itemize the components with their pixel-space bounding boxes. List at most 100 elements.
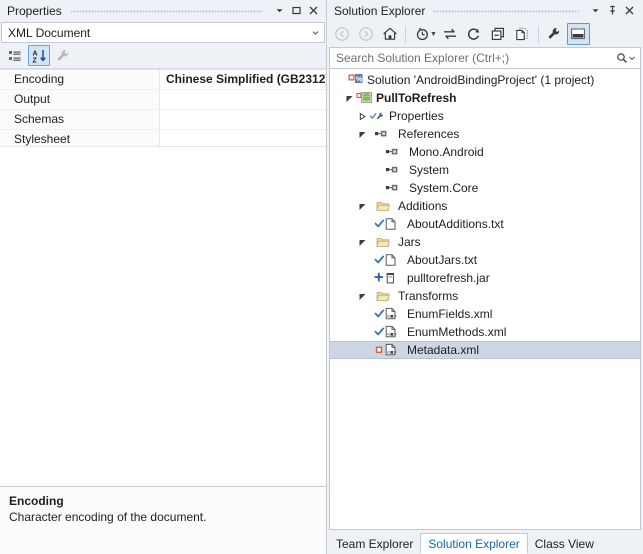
folder-icon	[369, 287, 395, 305]
tab-class-view[interactable]: Class View	[528, 534, 601, 554]
list-item-label: PullToRefresh	[376, 91, 457, 105]
tree-expander-placeholder	[334, 71, 347, 89]
xml-file-icon: <■>	[374, 305, 404, 323]
solution-explorer-window: Solution Explorer ▼ Search Solution Expl…	[327, 0, 643, 554]
titlebar-drag-area[interactable]	[433, 0, 579, 21]
svg-text:<■>: <■>	[387, 314, 397, 320]
property-value[interactable]	[160, 90, 326, 109]
list-item-label: EnumMethods.xml	[407, 325, 507, 339]
clock-filter-icon[interactable]	[410, 23, 433, 45]
wrench-icon[interactable]	[543, 23, 566, 45]
list-item-label: Properties	[389, 109, 444, 123]
properties-selected-object: XML Document	[8, 25, 91, 40]
properties-close-button[interactable]	[305, 2, 322, 19]
list-item-label: AboutJars.txt	[407, 253, 478, 267]
reference-icon	[382, 179, 406, 197]
property-row[interactable]: Encoding Chinese Simplified (GB2312)	[0, 70, 326, 90]
properties-grid[interactable]: Encoding Chinese Simplified (GB2312) Out…	[0, 69, 326, 486]
list-item-label: EnumFields.xml	[407, 307, 493, 321]
text-file-icon	[374, 251, 404, 269]
preview-pane-icon[interactable]	[566, 23, 590, 45]
list-item-label: Metadata.xml	[407, 343, 480, 357]
list-item[interactable]: <■> EnumMethods.xml	[330, 323, 640, 341]
sort-alpha-icon[interactable]: A Z	[28, 45, 50, 66]
properties-window-dropdown-button[interactable]	[271, 2, 288, 19]
show-all-files-icon[interactable]	[511, 23, 534, 45]
folder-icon	[369, 233, 395, 251]
list-item[interactable]: % Solution 'AndroidBindingProject' (1 pr…	[330, 71, 640, 89]
tree-expander-collapsed[interactable]	[356, 107, 369, 125]
solution-explorer-close-button[interactable]	[621, 2, 638, 19]
list-item[interactable]: AboutAdditions.txt	[330, 215, 640, 233]
solution-icon: %	[347, 71, 364, 89]
collapse-all-icon[interactable]	[487, 23, 510, 45]
svg-text:A: A	[33, 50, 38, 57]
properties-maximize-button[interactable]	[288, 2, 305, 19]
search-input[interactable]: Search Solution Explorer (Ctrl+;)	[329, 47, 641, 69]
search-dropdown-icon[interactable]	[628, 54, 636, 62]
list-item[interactable]: Jars	[330, 233, 640, 251]
list-item[interactable]: Additions	[330, 197, 640, 215]
tree-expander-expanded[interactable]	[356, 287, 369, 305]
list-item-label: System	[409, 163, 450, 177]
toolbar-separator	[537, 25, 539, 43]
refresh-icon[interactable]	[463, 23, 486, 45]
titlebar-drag-area[interactable]	[69, 0, 263, 21]
svg-text:<■>: <■>	[387, 350, 397, 356]
list-item[interactable]: pulltorefresh.jar	[330, 269, 640, 287]
search-placeholder: Search Solution Explorer (Ctrl+;)	[336, 51, 510, 65]
xml-file-modified-icon: <■>	[374, 341, 404, 359]
categorized-icon[interactable]	[4, 45, 26, 66]
properties-description-pane: Encoding Character encoding of the docum…	[0, 486, 326, 554]
list-item-label: Solution 'AndroidBindingProject' (1 proj…	[367, 73, 595, 87]
list-item[interactable]: PullToRefresh	[330, 89, 640, 107]
solution-explorer-titlebar: Solution Explorer	[327, 0, 643, 21]
xml-file-icon: <■>	[374, 323, 404, 341]
tree-expander-expanded[interactable]	[356, 233, 369, 251]
tree-expander-expanded[interactable]	[343, 89, 356, 107]
search-icon[interactable]	[616, 52, 628, 64]
solution-tree[interactable]: % Solution 'AndroidBindingProject' (1 pr…	[329, 69, 641, 530]
description-text: Character encoding of the document.	[9, 510, 207, 524]
property-value[interactable]: Chinese Simplified (GB2312)	[160, 70, 326, 89]
list-item[interactable]: Transforms	[330, 287, 640, 305]
list-item-label: References	[398, 127, 460, 141]
property-row[interactable]: Schemas	[0, 110, 326, 130]
list-item[interactable]: AboutJars.txt	[330, 251, 640, 269]
list-item-selected[interactable]: <■> Metadata.xml	[330, 341, 640, 359]
pin-icon[interactable]	[604, 2, 621, 19]
properties-titlebar: Properties	[0, 0, 326, 21]
home-icon[interactable]	[378, 23, 401, 45]
list-item[interactable]: <■> EnumFields.xml	[330, 305, 640, 323]
sync-arrows-icon[interactable]	[439, 23, 462, 45]
toolbar-separator	[405, 25, 406, 43]
chevron-down-icon[interactable]	[311, 28, 320, 37]
svg-text:%: %	[356, 76, 363, 83]
property-name: Output	[0, 90, 160, 109]
text-file-icon	[374, 215, 404, 233]
list-item[interactable]: System	[330, 161, 640, 179]
list-item[interactable]: Properties	[330, 107, 640, 125]
tab-solution-explorer[interactable]: Solution Explorer	[420, 533, 528, 554]
tree-expander-expanded[interactable]	[356, 125, 369, 143]
back-arrow-icon	[330, 23, 353, 45]
list-item-label: System.Core	[409, 181, 479, 195]
reference-icon	[382, 143, 406, 161]
list-item[interactable]: References	[330, 125, 640, 143]
list-item[interactable]: System.Core	[330, 179, 640, 197]
properties-window: Properties XML Document A Z Encoding Chi…	[0, 0, 327, 554]
property-row[interactable]: Output	[0, 90, 326, 110]
property-value[interactable]	[160, 110, 326, 129]
properties-object-selector[interactable]: XML Document	[1, 22, 325, 43]
solution-explorer-window-title: Solution Explorer	[334, 3, 426, 18]
folder-icon	[369, 197, 395, 215]
list-item-label: Mono.Android	[409, 145, 484, 159]
solution-explorer-dropdown-button[interactable]	[587, 2, 604, 19]
tab-team-explorer[interactable]: Team Explorer	[329, 534, 420, 554]
reference-icon	[382, 161, 406, 179]
properties-window-title: Properties	[7, 3, 62, 18]
visual-studio-tool-windows: Properties XML Document A Z Encoding Chi…	[0, 0, 643, 554]
tree-expander-expanded[interactable]	[356, 197, 369, 215]
list-item[interactable]: Mono.Android	[330, 143, 640, 161]
list-item-label: Additions	[398, 199, 448, 213]
